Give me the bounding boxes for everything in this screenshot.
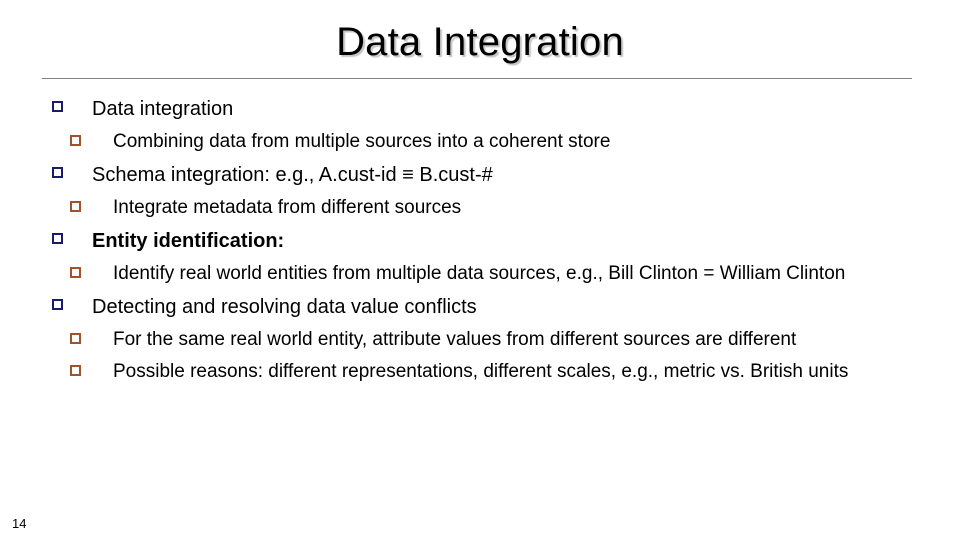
- bullet-square-icon: [52, 233, 63, 244]
- bullet-item-level2: Identify real world entities from multip…: [0, 258, 960, 290]
- title-divider: [42, 78, 912, 79]
- page-title: Data Integration: [336, 20, 624, 64]
- bullet-item-level2: Integrate metadata from different source…: [0, 192, 960, 224]
- bullet-square-icon: [70, 201, 81, 212]
- bullet-text: Data integration: [92, 98, 234, 120]
- bullet-square-icon: [70, 365, 81, 376]
- bullet-item-level1: Entity identification:: [0, 224, 960, 258]
- page-number: 14: [12, 516, 27, 531]
- bullet-item-level1: Schema integration: e.g., A.cust-id ≡ B.…: [0, 158, 960, 192]
- bullet-item-level2: Combining data from multiple sources int…: [0, 126, 960, 158]
- bullet-item-level2: Possible reasons: different representati…: [0, 356, 960, 388]
- bullet-square-icon: [52, 101, 63, 112]
- bullet-square-icon: [52, 299, 63, 310]
- bullet-item-level1: Detecting and resolving data value confl…: [0, 290, 960, 324]
- bullet-square-icon: [70, 267, 81, 278]
- bullet-text: For the same real world entity, attribut…: [113, 329, 797, 350]
- bullet-text: Combining data from multiple sources int…: [113, 131, 611, 152]
- bullet-text: Detecting and resolving data value confl…: [92, 296, 477, 318]
- bullet-square-icon: [70, 135, 81, 146]
- slide-canvas: Data Integration Data integration Combini…: [0, 0, 960, 540]
- bullet-item-level1: Data integration: [0, 92, 960, 126]
- bullet-square-icon: [70, 333, 81, 344]
- bullet-text: Schema integration: e.g., A.cust-id ≡ B.…: [92, 164, 493, 186]
- bullet-text: Possible reasons: different representati…: [113, 361, 849, 382]
- slide-body: Data integration Combining data from mult…: [0, 92, 960, 388]
- bullet-square-icon: [52, 167, 63, 178]
- bullet-text: Identify real world entities from multip…: [113, 263, 846, 284]
- bullet-text: Integrate metadata from different source…: [113, 197, 462, 218]
- bullet-item-level2: For the same real world entity, attribut…: [0, 324, 960, 356]
- bullet-text: Entity identification:: [92, 230, 285, 252]
- slide-title-area: Data Integration: [0, 18, 960, 66]
